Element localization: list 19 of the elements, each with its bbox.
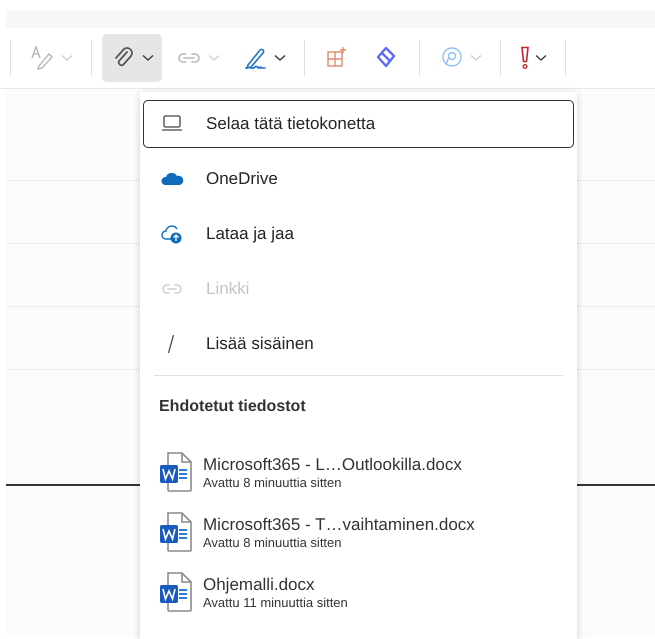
word-document-icon <box>159 452 193 492</box>
menu-item[interactable]: Selaa tätä tietokonetta <box>143 100 574 148</box>
section-heading: Ehdotetut tiedostot <box>158 397 307 417</box>
menu-item[interactable]: Lisää sisäinen <box>143 320 574 368</box>
opened-time: Avattu 8 minuuttia sitten <box>203 534 343 550</box>
file-name: Microsoft365 - L…Outlookilla.docx <box>203 454 462 474</box>
word-document-icon <box>159 572 193 612</box>
menu-item[interactable]: OneDrive <box>143 155 574 203</box>
file-item[interactable]: Microsoft365 - T…vaihtaminen.docx Avattu 8 minuuttia sitten <box>140 512 577 552</box>
opened-time: Avattu 8 minuuttia sitten <box>203 474 343 490</box>
word-document-icon <box>159 512 193 552</box>
opened-time: Avattu 11 minuuttia sitten <box>203 594 348 610</box>
menu-item[interactable]: Lataa ja jaa <box>143 210 574 258</box>
paperclip-button[interactable] <box>102 34 162 82</box>
file-name: Ohjemalli.docx <box>203 574 316 594</box>
file-item[interactable]: Ohjemalli.docx Avattu 11 minuuttia sitten <box>140 572 577 612</box>
file-item[interactable]: Microsoft365 - L…Outlookilla.docx Avattu 8 minuuttia sitten <box>140 452 577 492</box>
exclamation-icon <box>519 46 531 70</box>
file-name: Microsoft365 - T…vaihtaminen.docx <box>203 514 475 534</box>
